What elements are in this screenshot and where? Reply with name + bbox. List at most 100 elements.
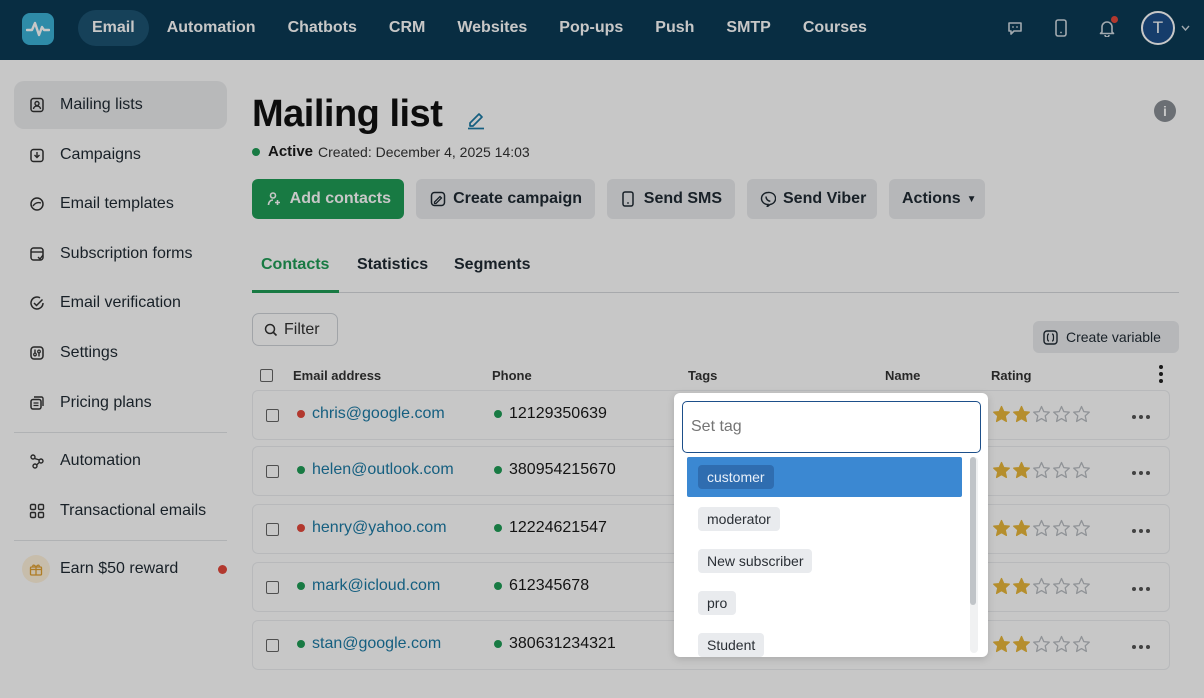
tab-statistics[interactable]: Statistics bbox=[357, 256, 428, 274]
rating-star-icon[interactable] bbox=[992, 461, 1011, 480]
tag-option-pro[interactable]: pro bbox=[687, 583, 962, 623]
rating-star-icon[interactable] bbox=[1072, 635, 1091, 654]
tag-option-new-subscriber[interactable]: New subscriber bbox=[687, 541, 962, 581]
nav-push[interactable]: Push bbox=[641, 10, 708, 46]
rating-star-icon[interactable] bbox=[992, 577, 1011, 596]
nav-chatbots[interactable]: Chatbots bbox=[274, 10, 371, 46]
rating-star-icon[interactable] bbox=[992, 635, 1011, 654]
app-logo-icon[interactable] bbox=[22, 13, 54, 45]
rating-star-icon[interactable] bbox=[1052, 635, 1071, 654]
column-phone[interactable]: Phone bbox=[492, 368, 532, 383]
row-checkbox[interactable] bbox=[266, 523, 279, 536]
row-checkbox[interactable] bbox=[266, 409, 279, 422]
tab-contacts[interactable]: Contacts bbox=[261, 256, 329, 274]
sidebar-item-email-verification[interactable]: Email verification bbox=[14, 279, 227, 327]
column-settings-icon[interactable] bbox=[1158, 365, 1164, 383]
row-more-icon[interactable] bbox=[1132, 415, 1150, 419]
create-campaign-button[interactable]: Create campaign bbox=[416, 179, 595, 219]
email-cell: chris@google.com bbox=[297, 405, 445, 423]
rating-star-icon[interactable] bbox=[1012, 635, 1031, 654]
rating-star-icon[interactable] bbox=[1012, 461, 1031, 480]
mobile-icon[interactable] bbox=[1049, 16, 1073, 40]
account-menu[interactable]: T bbox=[1141, 11, 1190, 45]
row-more-icon[interactable] bbox=[1132, 529, 1150, 533]
tab-segments[interactable]: Segments bbox=[454, 256, 530, 274]
sidebar-item-subscription-forms[interactable]: Subscription forms bbox=[14, 230, 227, 278]
sidebar-item-transactional-emails[interactable]: Transactional emails bbox=[14, 487, 227, 535]
dropdown-scrollbar-thumb[interactable] bbox=[970, 457, 976, 605]
rating-star-icon[interactable] bbox=[992, 519, 1011, 538]
row-more-icon[interactable] bbox=[1132, 471, 1150, 475]
add-contacts-button[interactable]: Add contacts bbox=[252, 179, 404, 219]
nav-smtp[interactable]: SMTP bbox=[712, 10, 784, 46]
column-tags[interactable]: Tags bbox=[688, 368, 717, 383]
create-variable-button[interactable]: Create variable bbox=[1033, 321, 1179, 353]
nav-popups[interactable]: Pop-ups bbox=[545, 10, 637, 46]
rating-star-icon[interactable] bbox=[1052, 577, 1071, 596]
sidebar-item-automation[interactable]: Automation bbox=[14, 437, 227, 485]
email-cell: henry@yahoo.com bbox=[297, 519, 447, 537]
tag-option-student[interactable]: Student bbox=[687, 625, 962, 657]
edit-pencil-icon[interactable] bbox=[465, 108, 487, 130]
nav-crm[interactable]: CRM bbox=[375, 10, 439, 46]
rating-star-icon[interactable] bbox=[1032, 577, 1051, 596]
tag-option-customer[interactable]: customer bbox=[687, 457, 962, 497]
rating-star-icon[interactable] bbox=[1072, 461, 1091, 480]
rating-star-icon[interactable] bbox=[1052, 519, 1071, 538]
rating-star-icon[interactable] bbox=[992, 405, 1011, 424]
viber-icon bbox=[760, 190, 776, 208]
rating-star-icon[interactable] bbox=[1072, 405, 1091, 424]
row-checkbox[interactable] bbox=[266, 639, 279, 652]
sidebar-item-earn-reward[interactable]: Earn $50 reward bbox=[14, 545, 227, 593]
sidebar-item-mailing-lists[interactable]: Mailing lists bbox=[14, 81, 227, 129]
tag-option-moderator[interactable]: moderator bbox=[687, 499, 962, 539]
chat-icon[interactable] bbox=[1003, 16, 1027, 40]
info-icon[interactable]: i bbox=[1154, 100, 1176, 122]
send-sms-button[interactable]: Send SMS bbox=[607, 179, 735, 219]
send-viber-button[interactable]: Send Viber bbox=[747, 179, 877, 219]
row-checkbox[interactable] bbox=[266, 581, 279, 594]
nav-automation[interactable]: Automation bbox=[153, 10, 270, 46]
rating-star-icon[interactable] bbox=[1012, 577, 1031, 596]
nav-email[interactable]: Email bbox=[78, 10, 149, 46]
search-icon bbox=[264, 323, 278, 337]
avatar[interactable]: T bbox=[1141, 11, 1175, 45]
sidebar-item-campaigns[interactable]: Campaigns bbox=[14, 131, 227, 179]
select-all-checkbox[interactable] bbox=[260, 369, 273, 382]
email-link[interactable]: mark@icloud.com bbox=[312, 577, 440, 595]
sidebar-item-settings[interactable]: Settings bbox=[14, 329, 227, 377]
column-rating[interactable]: Rating bbox=[991, 368, 1031, 383]
row-more-icon[interactable] bbox=[1132, 587, 1150, 591]
sidebar-item-email-templates[interactable]: Email templates bbox=[14, 180, 227, 228]
row-checkbox[interactable] bbox=[266, 465, 279, 478]
email-link[interactable]: stan@google.com bbox=[312, 635, 441, 653]
column-name[interactable]: Name bbox=[885, 368, 920, 383]
rating-star-icon[interactable] bbox=[1052, 461, 1071, 480]
notification-dot bbox=[1111, 16, 1118, 23]
rating-star-icon[interactable] bbox=[1012, 519, 1031, 538]
email-link[interactable]: chris@google.com bbox=[312, 405, 445, 423]
rating-star-icon[interactable] bbox=[1072, 519, 1091, 538]
rating-star-icon[interactable] bbox=[1032, 519, 1051, 538]
email-status-dot bbox=[297, 466, 305, 474]
column-email[interactable]: Email address bbox=[293, 368, 381, 383]
rating-star-icon[interactable] bbox=[1032, 635, 1051, 654]
row-more-icon[interactable] bbox=[1132, 645, 1150, 649]
rating-star-icon[interactable] bbox=[1032, 461, 1051, 480]
rating-star-icon[interactable] bbox=[1032, 405, 1051, 424]
nav-websites[interactable]: Websites bbox=[443, 10, 541, 46]
actions-menu-button[interactable]: Actions ▼ bbox=[889, 179, 985, 219]
rating-star-icon[interactable] bbox=[1072, 577, 1091, 596]
set-tag-input[interactable] bbox=[682, 401, 981, 453]
sidebar-item-pricing-plans[interactable]: Pricing plans bbox=[14, 379, 227, 427]
sidebar: Mailing lists Campaigns Email templates … bbox=[0, 60, 240, 698]
filter-button[interactable]: Filter bbox=[252, 313, 338, 346]
bell-icon[interactable] bbox=[1095, 16, 1119, 40]
nav-courses[interactable]: Courses bbox=[789, 10, 881, 46]
email-link[interactable]: henry@yahoo.com bbox=[312, 519, 447, 537]
sidebar-item-label: Earn $50 reward bbox=[60, 560, 179, 577]
rating-star-icon[interactable] bbox=[1012, 405, 1031, 424]
phone-value: 12129350639 bbox=[509, 405, 607, 422]
rating-star-icon[interactable] bbox=[1052, 405, 1071, 424]
email-link[interactable]: helen@outlook.com bbox=[312, 461, 454, 479]
